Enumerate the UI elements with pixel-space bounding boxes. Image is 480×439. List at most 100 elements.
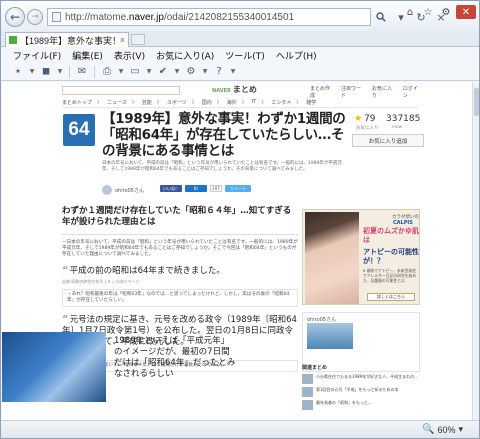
tab-close-icon[interactable]: × <box>120 35 125 45</box>
section-heading: わずか１週間だけ存在していた「昭和６４年」…知てすぎる年が設けられた理由とは <box>62 206 292 227</box>
site-logo[interactable]: NAVER まとめ <box>212 84 257 95</box>
crumb-sep: 〉 <box>131 100 137 106</box>
article-icon: 64 <box>63 114 95 146</box>
tab-active[interactable]: 【1989年】意外な事実！... × <box>5 32 129 47</box>
dropdown-arrow-icon[interactable]: ▼ <box>229 65 237 79</box>
home-icon[interactable]: ⌂ <box>402 5 418 19</box>
site-search-input[interactable] <box>62 85 180 95</box>
page-title: 【1989年】意外な事実！わずか1週間の「昭和64年」が存在していたらしい…その… <box>102 111 346 159</box>
feeds-icon[interactable]: ◼ <box>39 65 53 79</box>
facebook-like-button[interactable]: いいね！ <box>160 185 182 192</box>
dropdown-arrow-icon[interactable]: ▼ <box>145 65 153 79</box>
browser-window: ← → http://matome. naver.jp/odai/21420821… <box>0 0 480 439</box>
close-window-icon[interactable]: ✕ <box>456 5 476 19</box>
crumb-sep: 〉 <box>296 100 302 106</box>
safety-icon[interactable]: ✔ <box>156 65 170 79</box>
tab-title: 【1989年】意外な事実！... <box>20 35 117 46</box>
page-viewport[interactable]: NAVER まとめ まとめ作成 注目ワード お気に入り ログイン まとめトップ 〉… <box>2 82 472 420</box>
article-stats: ★ 79 お気に入り 337185 view お気に入り追加 <box>352 112 424 148</box>
menu-help[interactable]: ヘルプ(H) <box>276 49 317 62</box>
quote-mark-icon: “ <box>62 314 69 325</box>
favorites-star-icon[interactable]: ☆ <box>420 5 436 19</box>
crumb[interactable]: スポーツ <box>167 99 187 107</box>
logo-prefix: NAVER <box>212 88 231 94</box>
share-count: 207 <box>210 185 222 192</box>
divider <box>94 65 95 78</box>
crumb[interactable]: まとめトップ <box>62 99 92 107</box>
profile-widget: ohiro05さん <box>302 312 420 372</box>
intro-paragraph: －日本の年号において、平成の前は「昭和」という年号が用いられていたことは有名です… <box>62 240 298 257</box>
crumb[interactable]: 芸能 <box>142 99 152 107</box>
ad-logo: CALPIS <box>393 220 413 226</box>
status-bar: 🔍 60% ▾ <box>1 420 479 438</box>
top-link[interactable]: まとめ作成 <box>310 85 334 99</box>
add-favorite-button[interactable]: お気に入り追加 <box>352 134 424 147</box>
article-image[interactable] <box>2 332 106 402</box>
share-buttons: いいね！ B! 207 ツイート <box>160 185 251 192</box>
crumb[interactable]: 雑学 <box>306 99 316 107</box>
zoom-icon: 🔍 <box>422 424 435 435</box>
menu-favorites[interactable]: お気に入り(A) <box>156 49 214 62</box>
back-arrow-icon: ← <box>9 10 21 24</box>
new-tab-button[interactable] <box>131 34 145 45</box>
menu-tools[interactable]: ツール(T) <box>225 49 265 62</box>
hatena-bookmark-button[interactable]: B! <box>185 185 207 192</box>
top-link[interactable]: ログイン <box>403 85 422 99</box>
page-icon[interactable]: ▭ <box>128 65 142 79</box>
top-link[interactable]: お気に入り <box>372 85 396 99</box>
window-controls: ⌂ ☆ ⚙ ✕ <box>402 5 476 19</box>
tweet-button[interactable]: ツイート <box>225 185 251 192</box>
profile-name[interactable]: ohiro05さん <box>307 316 336 323</box>
view-label: view <box>392 125 403 130</box>
address-row: ← → http://matome. naver.jp/odai/21420821… <box>1 1 479 31</box>
dropdown-arrow-icon[interactable]: ▼ <box>56 65 64 79</box>
list-item[interactable]: 最年長者の「昭和」をもっと… <box>302 400 420 410</box>
menu-edit[interactable]: 編集(E) <box>72 49 103 62</box>
list-item[interactable]: 小分県在住でもまる1989年が好きな人、平成生まれの… <box>302 374 420 384</box>
zoom-control[interactable]: 🔍 60% ▾ <box>422 424 463 435</box>
crumb[interactable]: ニュース <box>107 99 127 107</box>
print-icon[interactable]: ⎙ <box>100 65 114 79</box>
vertical-scrollbar[interactable] <box>472 82 479 420</box>
crumb-sep: 〉 <box>156 100 162 106</box>
back-button[interactable]: ← <box>5 7 25 27</box>
crumb[interactable]: 海外 <box>227 99 237 107</box>
menu-view[interactable]: 表示(V) <box>114 49 145 62</box>
divider <box>69 65 70 78</box>
quote-source[interactable]: 出典 昭和の時代の年号 | キッズ向けページ <box>62 279 298 285</box>
dropdown-arrow-icon[interactable]: ▼ <box>117 65 125 79</box>
crumb[interactable]: エンタメ <box>271 99 291 107</box>
forward-button[interactable]: → <box>27 9 43 25</box>
address-bar[interactable]: http://matome. naver.jp/odai/214208215534… <box>47 8 371 26</box>
dropdown-arrow-icon[interactable]: ▼ <box>173 65 181 79</box>
tools-gear-icon[interactable]: ⚙ <box>184 65 198 79</box>
ad-body: 6 歳前でアトピー、未来型発症でアレルギー日記の研究を始めた、乳酸菌の可能性とは <box>363 268 417 283</box>
crumb[interactable]: 国内 <box>202 99 212 107</box>
search-icon[interactable] <box>373 9 389 25</box>
menu-file[interactable]: ファイル(F) <box>13 49 61 62</box>
site-header: NAVER まとめ まとめ作成 注目ワード お気に入り ログイン <box>62 84 422 99</box>
ad-cta-button[interactable]: 詳しくはこちら <box>367 293 415 301</box>
divider <box>62 234 298 235</box>
mail-icon[interactable]: ✉ <box>75 65 89 79</box>
add-to-favorites-icon[interactable]: ⭑ <box>11 65 25 79</box>
top-link[interactable]: 注目ワード <box>341 85 365 99</box>
breadcrumb: まとめトップ 〉 ニュース 〉 芸能 〉 スポーツ 〉 国内 〉 海外 〉 IT… <box>62 99 418 108</box>
help-icon[interactable]: ? <box>212 65 226 79</box>
author[interactable]: ohiro05さん <box>102 185 144 195</box>
dropdown-arrow-icon[interactable]: ▼ <box>28 65 36 79</box>
tab-favicon <box>9 36 17 44</box>
advertisement[interactable]: カラダ想いの CALPIS 初夏のムズかゆ肌は アトピーの可能性が！？ 6 歳前… <box>302 209 420 305</box>
crumb-sep: 〉 <box>216 100 222 106</box>
scrollbar-thumb[interactable] <box>474 88 479 116</box>
star-icon: ★ <box>354 114 363 124</box>
chevron-down-icon[interactable]: ▾ <box>458 424 463 435</box>
crumb[interactable]: IT <box>252 99 257 107</box>
settings-gear-icon[interactable]: ⚙ <box>438 5 454 19</box>
list-item[interactable]: 第1回目の元号「平成」をもっと知るための本 <box>302 387 420 397</box>
quote-description: ・あれ？昭和最後の年は「昭和63年」なのでは…と思ってしまったけれど、しかし、実… <box>62 289 298 307</box>
dropdown-arrow-icon[interactable]: ▼ <box>201 65 209 79</box>
url-prefix: http://matome. <box>65 11 129 23</box>
author-name[interactable]: ohiro05さん <box>115 187 144 194</box>
favorite-count: ★ 79 <box>354 114 376 124</box>
